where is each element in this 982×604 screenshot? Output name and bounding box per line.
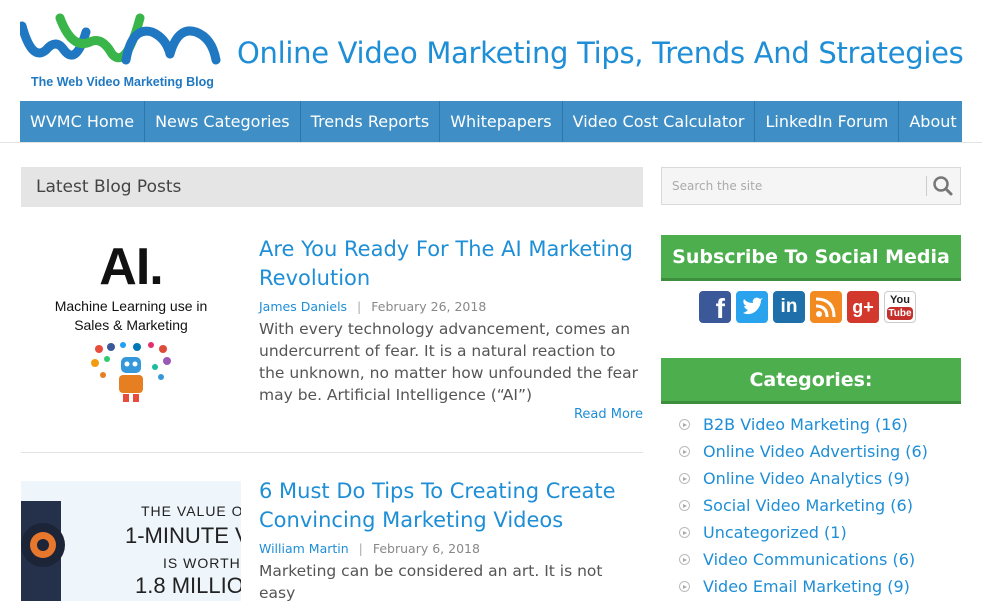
- category-item[interactable]: Online Video Advertising (6): [679, 442, 928, 469]
- social-icons: f in g+ You Tube: [699, 291, 921, 324]
- arrow-right-icon: [679, 419, 690, 430]
- nav-item-linkedin-forum[interactable]: LinkedIn Forum: [755, 101, 900, 142]
- category-item[interactable]: Social Video Marketing (6): [679, 496, 928, 523]
- post-meta: James Daniels | February 26, 2018: [259, 299, 486, 314]
- main-content: Latest Blog Posts AI. Machine Learning u…: [21, 167, 643, 602]
- nav-item-wvmc-home[interactable]: WVMC Home: [20, 101, 146, 142]
- subscribe-heading: Subscribe To Social Media: [661, 235, 961, 281]
- arrow-right-icon: [679, 473, 690, 484]
- meta-separator: |: [358, 541, 363, 556]
- category-item[interactable]: B2B Video Marketing (16): [679, 415, 928, 442]
- linkedin-icon[interactable]: in: [773, 291, 805, 323]
- thumbnail-line4: 1.8 MILLION W: [135, 573, 241, 598]
- category-item[interactable]: Video Communications (6): [679, 550, 928, 577]
- post-divider: [21, 452, 643, 453]
- post-excerpt: With every technology advancement, comes…: [259, 320, 638, 404]
- nav-item-video-cost-calculator[interactable]: Video Cost Calculator: [563, 101, 756, 142]
- category-item[interactable]: Uncategorized (1): [679, 523, 928, 550]
- search-icon: [933, 176, 953, 196]
- categories-list: B2B Video Marketing (16) Online Video Ad…: [679, 415, 928, 604]
- section-title: Latest Blog Posts: [21, 167, 643, 207]
- camera-illustration: [21, 501, 65, 601]
- category-item[interactable]: Video Email Marketing (9): [679, 577, 928, 604]
- arrow-right-icon: [679, 581, 690, 592]
- nav-item-trends-reports[interactable]: Trends Reports: [301, 101, 441, 142]
- twitter-icon[interactable]: [736, 291, 768, 323]
- robot-social-icons-illustration: [91, 342, 171, 402]
- search-form: [661, 167, 961, 205]
- post-meta: William Martin | February 6, 2018: [259, 541, 480, 556]
- post-date: February 26, 2018: [371, 299, 487, 314]
- post-author[interactable]: William Martin: [259, 541, 349, 556]
- post-date: February 6, 2018: [372, 541, 480, 556]
- rss-icon[interactable]: [810, 291, 842, 323]
- site-title[interactable]: Online Video Marketing Tips, Trends And …: [237, 36, 964, 70]
- thumbnail-caption: Machine Learning use in Sales & Marketin…: [54, 298, 208, 333]
- category-item[interactable]: Online Video Analytics (9): [679, 469, 928, 496]
- nav-item-about[interactable]: About: [899, 101, 966, 142]
- search-divider: [926, 176, 927, 196]
- main-nav: WVMC Home News Categories Trends Reports…: [20, 101, 962, 142]
- header-divider: [0, 142, 982, 143]
- arrow-right-icon: [679, 500, 690, 511]
- post-author[interactable]: James Daniels: [259, 299, 347, 314]
- facebook-icon[interactable]: f: [699, 291, 731, 324]
- thumbnail-line1: THE VALUE OF: [141, 503, 241, 519]
- post-thumbnail[interactable]: AI. Machine Learning use in Sales & Mark…: [21, 235, 241, 405]
- logo-tagline: The Web Video Marketing Blog: [31, 75, 214, 89]
- post-title[interactable]: 6 Must Do Tips To Creating Create Convin…: [259, 477, 643, 535]
- nav-item-news-categories[interactable]: News Categories: [145, 101, 301, 142]
- arrow-right-icon: [679, 527, 690, 538]
- youtube-icon[interactable]: You Tube: [884, 291, 916, 323]
- search-button[interactable]: [930, 174, 956, 198]
- wvm-logo-icon: [17, 13, 221, 65]
- arrow-right-icon: [679, 554, 690, 565]
- categories-heading: Categories:: [661, 358, 961, 404]
- post-thumbnail[interactable]: THE VALUE OF 1-MINUTE VID IS WORTH 1.8 M…: [21, 481, 241, 601]
- post-title[interactable]: Are You Ready For The AI Marketing Revol…: [259, 235, 643, 293]
- thumbnail-line3: IS WORTH: [163, 555, 241, 571]
- nav-item-whitepapers[interactable]: Whitepapers: [440, 101, 563, 142]
- search-input[interactable]: [662, 168, 924, 204]
- thumbnail-line2: 1-MINUTE VID: [125, 523, 241, 548]
- site-header: The Web Video Marketing Blog Online Vide…: [0, 0, 982, 100]
- read-more-link[interactable]: Read More: [574, 407, 643, 422]
- post-excerpt: Marketing can be considered an art. It i…: [259, 562, 603, 602]
- google-plus-icon[interactable]: g+: [847, 291, 879, 323]
- thumbnail-headline: AI.: [99, 238, 163, 296]
- meta-separator: |: [357, 299, 362, 314]
- arrow-right-icon: [679, 446, 690, 457]
